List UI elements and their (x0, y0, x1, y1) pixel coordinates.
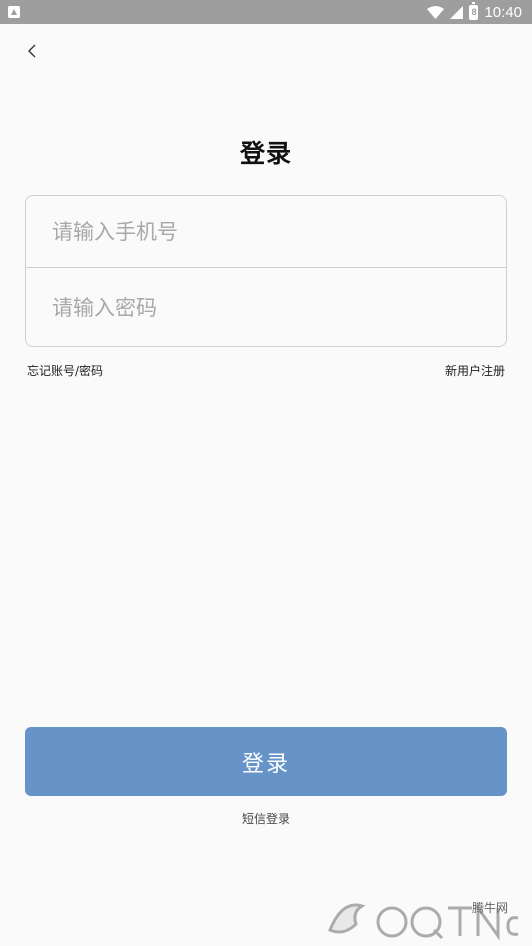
chevron-left-icon (27, 43, 37, 62)
login-form (25, 195, 507, 347)
page-title: 登录 (239, 139, 292, 168)
back-button[interactable] (18, 38, 46, 66)
battery-icon: 8 (469, 1, 479, 20)
link-row: 忘记账号/密码 新用户注册 (27, 362, 505, 379)
status-right: 8 10:40 (427, 1, 522, 21)
phone-row (26, 196, 506, 267)
app-notification-icon (8, 6, 20, 18)
sms-login-link[interactable]: 短信登录 (0, 810, 532, 827)
status-time: 10:40 (484, 3, 522, 21)
phone-input[interactable] (52, 219, 480, 244)
login-screen: 8 10:40 登录 忘记账号/密码 新用户注册 登录 短信登录 (0, 0, 532, 946)
battery-level: 8 (471, 7, 477, 17)
forgot-password-link[interactable]: 忘记账号/密码 (27, 362, 103, 379)
wifi-icon (427, 5, 445, 19)
status-left (8, 6, 20, 18)
password-input[interactable] (52, 295, 480, 320)
register-link[interactable]: 新用户注册 (445, 362, 505, 379)
watermark-site-name: 腾牛网 (472, 901, 509, 915)
status-bar: 8 10:40 (0, 0, 532, 24)
password-row (26, 267, 506, 346)
login-button[interactable]: 登录 (25, 727, 507, 796)
signal-icon (450, 5, 464, 19)
